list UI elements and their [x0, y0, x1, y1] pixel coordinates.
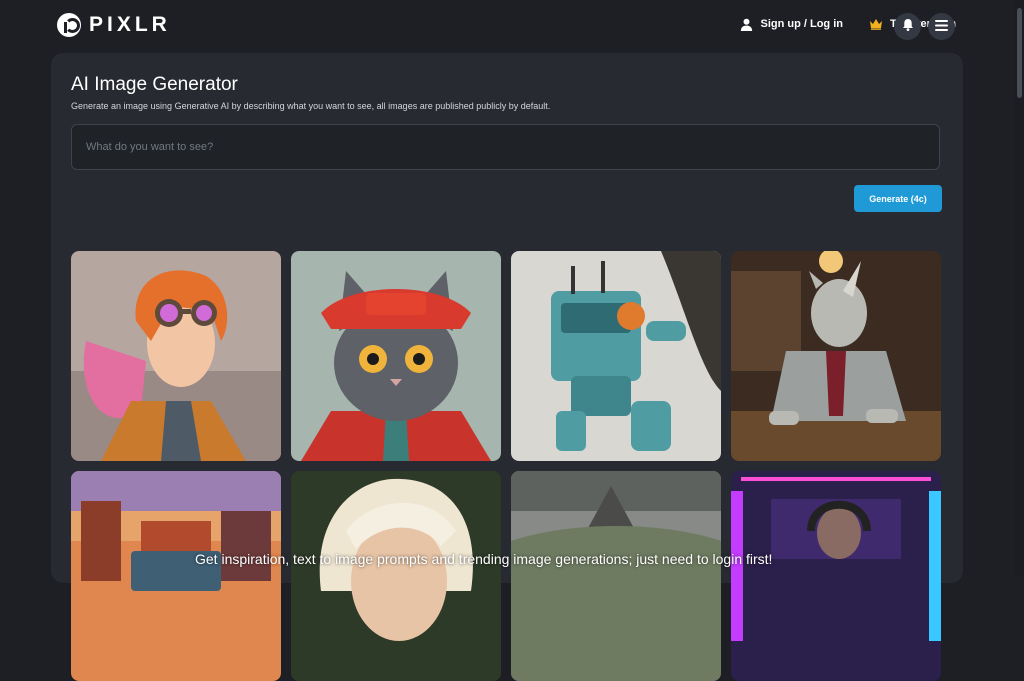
user-icon: [739, 17, 753, 31]
scrollbar-thumb[interactable]: [1017, 8, 1022, 98]
menu-icon: [935, 18, 948, 36]
generate-button[interactable]: Generate (4c): [854, 185, 942, 212]
pixlr-logo[interactable]: PIXLR: [57, 13, 171, 37]
menu-button[interactable]: [928, 13, 955, 40]
gallery-item[interactable]: [291, 251, 501, 461]
gallery-item[interactable]: [731, 471, 941, 681]
bell-icon: [902, 18, 914, 36]
logo-text: PIXLR: [89, 13, 171, 36]
gallery-item[interactable]: [291, 471, 501, 681]
gallery-item[interactable]: [511, 471, 721, 681]
pixlr-logo-icon: [57, 13, 81, 37]
gallery-image-blonde-woman: [291, 471, 501, 681]
gallery-item[interactable]: [71, 471, 281, 681]
gallery-image-mountain: [511, 471, 721, 681]
image-gallery: [71, 251, 943, 681]
generator-panel: AI Image Generator Generate an image usi…: [51, 53, 963, 681]
gallery-item[interactable]: [731, 251, 941, 461]
gallery-image-redhead: [71, 251, 281, 461]
gallery-item[interactable]: [511, 251, 721, 461]
gallery-image-rhino: [731, 251, 941, 461]
prompt-field-wrapper: [71, 124, 940, 170]
top-bar: PIXLR Sign up / Log in Try premium: [0, 0, 1024, 54]
gallery-image-robot: [511, 251, 721, 461]
page-subtitle: Generate an image using Generative AI by…: [71, 101, 551, 111]
crown-icon: [869, 17, 883, 31]
top-nav: Sign up / Log in Try premium: [739, 17, 956, 31]
login-inspiration-banner: Get inspiration, text to image prompts a…: [195, 551, 773, 567]
page-scrollbar[interactable]: [1015, 0, 1024, 576]
notifications-button[interactable]: [894, 13, 921, 40]
gallery-item[interactable]: [71, 251, 281, 461]
prompt-input[interactable]: [72, 125, 939, 169]
sign-up-login-label: Sign up / Log in: [760, 18, 843, 30]
sign-up-login-link[interactable]: Sign up / Log in: [739, 17, 843, 31]
page-title: AI Image Generator: [71, 74, 238, 95]
gallery-image-neon-gamer: [731, 471, 941, 681]
gallery-image-cat: [291, 251, 501, 461]
gallery-image-sunset-city: [71, 471, 281, 681]
